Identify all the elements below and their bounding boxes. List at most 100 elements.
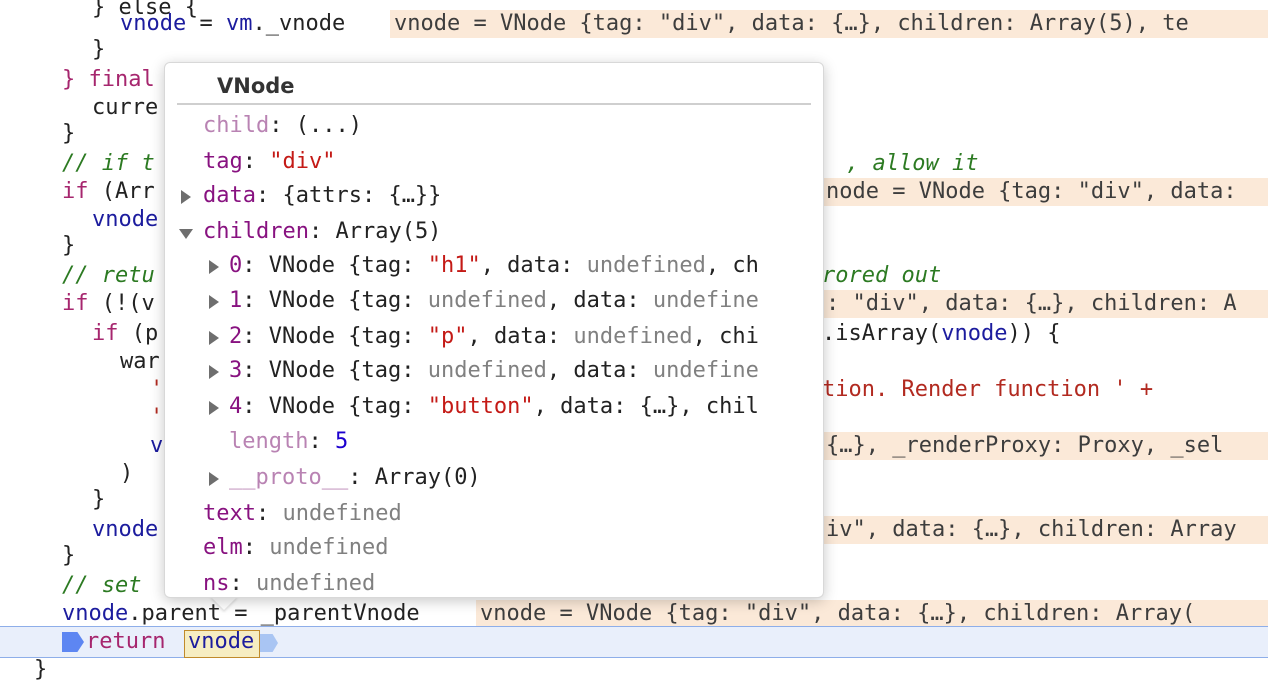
prop-name: tag bbox=[203, 149, 243, 174]
prop-name: children bbox=[203, 219, 309, 244]
item-tag: undefined bbox=[427, 358, 547, 383]
prop-name: elm bbox=[203, 535, 243, 560]
item-data: undefined bbox=[573, 324, 693, 349]
code-token-vnode[interactable]: vnode bbox=[62, 601, 128, 626]
code-token-if: if bbox=[62, 291, 89, 316]
code-line-vnode-assign2: vnode bbox=[92, 517, 159, 542]
code-text: (!(v bbox=[88, 291, 155, 316]
prop-colon: : bbox=[255, 501, 283, 526]
code-text: .parent = _parentVnode bbox=[128, 601, 420, 626]
item-suffix: , ch bbox=[705, 253, 759, 278]
item-data: {…} bbox=[639, 394, 680, 419]
child-item-3[interactable]: 3: VNode {tag: undefined, data: undefine bbox=[229, 356, 811, 386]
prop-colon: : bbox=[308, 429, 335, 454]
code-line-close4: } bbox=[92, 487, 106, 512]
prop-children[interactable]: children: Array(5) bbox=[203, 217, 441, 247]
code-line-vnode-assign: vnode bbox=[92, 207, 159, 232]
inline-value-top: vnode = VNode {tag: "div", data: {…}, ch… bbox=[390, 10, 1268, 38]
item-prefix: VNode {tag: bbox=[268, 288, 428, 313]
code-line-close3: } bbox=[62, 233, 76, 258]
prop-colon: : bbox=[242, 288, 269, 313]
prop-colon: : bbox=[308, 219, 336, 244]
expand-triangle-icon[interactable] bbox=[181, 190, 191, 204]
code-line-v: v bbox=[150, 433, 164, 458]
prop-colon: : bbox=[255, 183, 283, 208]
child-item-1[interactable]: 1: VNode {tag: undefined, data: undefine bbox=[229, 286, 811, 316]
item-data: undefined bbox=[586, 253, 706, 278]
prop-name: 2 bbox=[229, 324, 243, 349]
code-line-close1: } bbox=[92, 37, 106, 62]
code-line-quote2: ' bbox=[150, 405, 164, 430]
prop-name: child bbox=[203, 113, 270, 138]
code-line-comment1-tail: , allow it bbox=[846, 151, 979, 176]
item-suffix: , chi bbox=[692, 324, 759, 349]
expand-triangle-icon[interactable] bbox=[209, 260, 219, 274]
collapse-triangle-icon[interactable] bbox=[179, 229, 193, 239]
inline-value-row17: vnode = VNode {tag: "div", data: {…}, ch… bbox=[476, 600, 1268, 628]
code-line-if-p: if (p bbox=[92, 320, 158, 348]
prop-value: undefined bbox=[256, 571, 376, 596]
prop-colon: : bbox=[229, 571, 256, 596]
popover-divider bbox=[177, 103, 811, 105]
child-item-2[interactable]: 2: VNode {tag: "p", data: undefined, chi bbox=[229, 322, 811, 352]
prop-colon: : bbox=[242, 358, 269, 383]
code-line-parent: vnode.parent = _parentVnode bbox=[62, 600, 420, 628]
expand-triangle-icon[interactable] bbox=[209, 365, 219, 379]
child-item-4[interactable]: 4: VNode {tag: "button", data: {…}, chil bbox=[229, 392, 811, 422]
code-line-finally: } final bbox=[62, 66, 155, 94]
inline-value-row8: : "div", data: {…}, children: A bbox=[822, 290, 1268, 318]
item-prefix: VNode {tag: bbox=[268, 358, 428, 383]
prop-name: 4 bbox=[229, 394, 243, 419]
code-line-paren: ) bbox=[120, 461, 134, 486]
prop-value: Array(0) bbox=[374, 465, 481, 490]
prop-value: undefined bbox=[269, 535, 389, 560]
prop-value: {attrs: {…}} bbox=[282, 183, 442, 208]
prop-name: 3 bbox=[229, 358, 243, 383]
prop-name: text bbox=[203, 501, 256, 526]
prop-ns: ns: undefined bbox=[203, 569, 375, 599]
code-line-vm-vnode: vnode = vm._vnode bbox=[120, 10, 345, 38]
prop-colon: : bbox=[242, 394, 269, 419]
prop-value: "div" bbox=[269, 149, 336, 174]
item-mid: , data: bbox=[546, 288, 653, 313]
code-token-vnode[interactable]: vnode bbox=[941, 321, 1007, 346]
code-line-if-not: if (!(v bbox=[62, 290, 155, 318]
code-line-warn: war bbox=[120, 349, 160, 374]
expand-triangle-icon[interactable] bbox=[209, 331, 219, 345]
item-prefix: VNode {tag: bbox=[268, 324, 428, 349]
code-token-vnode-hovered[interactable]: vnode bbox=[188, 628, 254, 656]
code-line-curre: curre bbox=[92, 95, 159, 120]
code-token-vnode[interactable]: vnode bbox=[120, 11, 186, 36]
prop-colon: : bbox=[242, 535, 270, 560]
item-data: undefine bbox=[652, 358, 759, 383]
prop-value[interactable]: (...) bbox=[296, 113, 362, 138]
expand-triangle-icon[interactable] bbox=[209, 295, 219, 309]
prop-colon: : bbox=[348, 465, 375, 490]
item-tag: "h1" bbox=[427, 253, 481, 278]
prop-child[interactable]: child: (...) bbox=[203, 111, 362, 141]
item-suffix: , chil bbox=[679, 394, 759, 419]
prop-colon: : bbox=[242, 253, 269, 278]
prop-colon: : bbox=[242, 149, 270, 174]
item-data: undefine bbox=[652, 288, 759, 313]
item-tag: "button" bbox=[427, 394, 534, 419]
prop-length: length: 5 bbox=[229, 427, 348, 457]
code-token-if: if bbox=[92, 321, 119, 346]
code-line-comment2-tail: rored out bbox=[822, 263, 942, 288]
prop-name: __proto__ bbox=[229, 465, 349, 490]
child-item-0[interactable]: 0: VNode {tag: "h1", data: undefined, ch bbox=[229, 251, 811, 281]
prop-name: data bbox=[203, 183, 256, 208]
item-mid: , data: bbox=[533, 394, 640, 419]
code-line-close5: } bbox=[62, 543, 76, 568]
expand-triangle-icon[interactable] bbox=[209, 472, 219, 486]
code-token-return: return bbox=[86, 629, 166, 654]
code-token-vm[interactable]: vm bbox=[226, 11, 253, 36]
prop-proto[interactable]: __proto__: Array(0) bbox=[229, 463, 481, 493]
code-line-comment2: // retu bbox=[62, 263, 155, 288]
code-line-close2: } bbox=[62, 121, 76, 146]
item-prefix: VNode {tag: bbox=[268, 394, 428, 419]
expand-triangle-icon[interactable] bbox=[209, 401, 219, 415]
item-mid: , data: bbox=[480, 253, 587, 278]
prop-data[interactable]: data: {attrs: {…}} bbox=[203, 181, 441, 211]
item-tag: undefined bbox=[427, 288, 547, 313]
